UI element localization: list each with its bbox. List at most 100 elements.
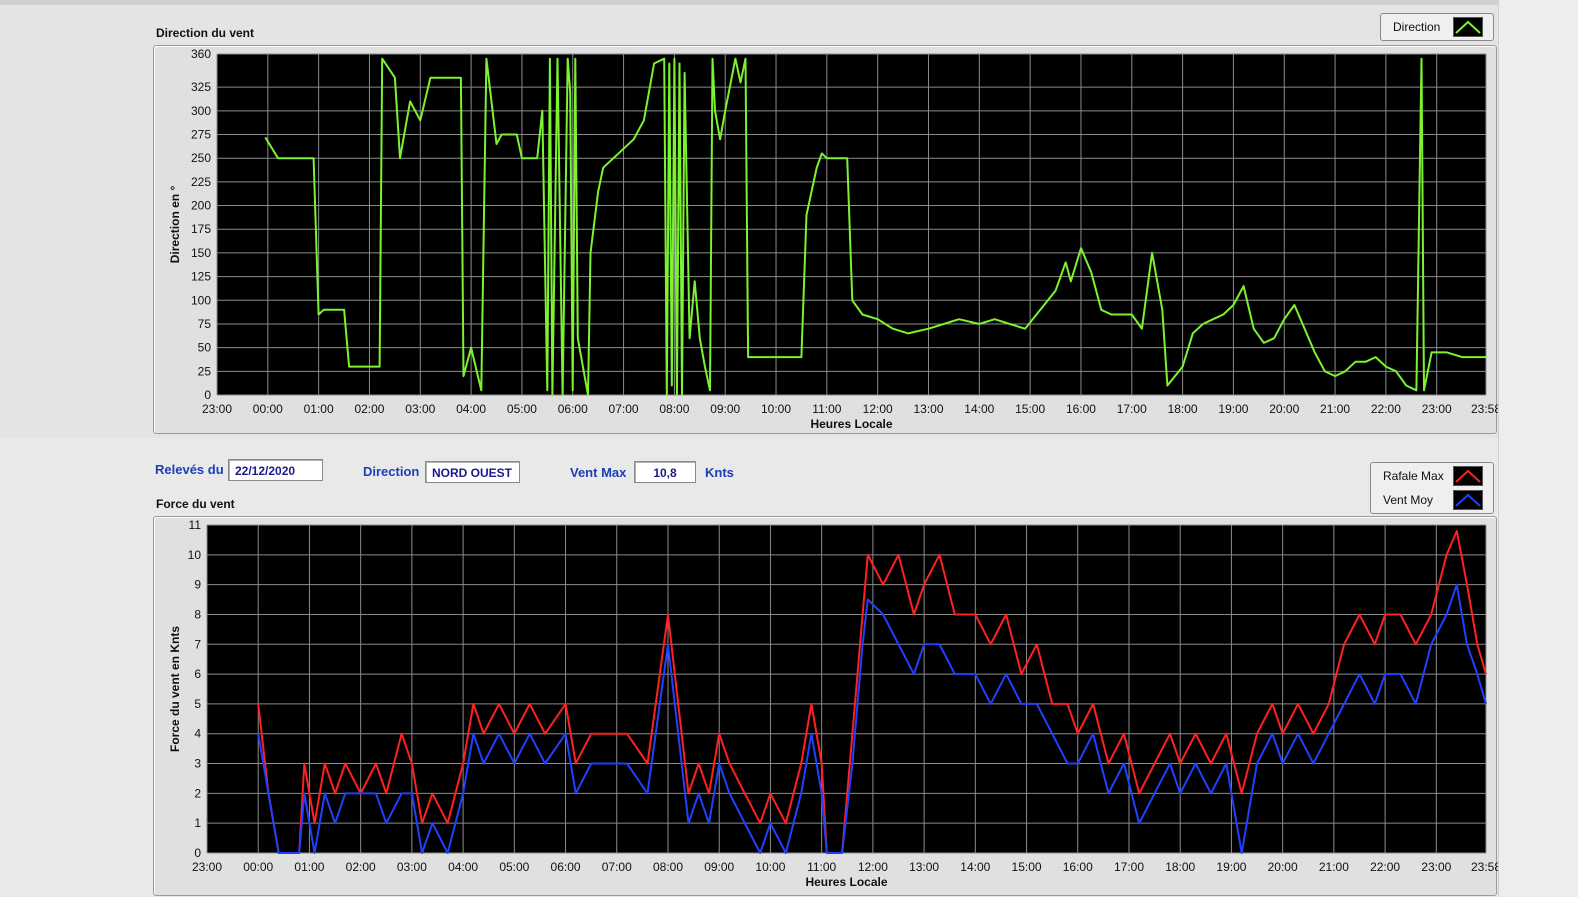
force-x-label: Heures Locale [805,875,887,889]
force-x-tick: 00:00 [243,860,273,874]
direction-x-tick: 09:00 [710,402,740,416]
force-x-tick: 16:00 [1063,860,1093,874]
direction-y-tick: 25 [198,364,212,378]
force-x-tick: 01:00 [294,860,324,874]
direction-y-tick: 125 [191,270,211,284]
force-y-tick: 10 [188,548,202,562]
direction-y-tick: 225 [191,175,211,189]
force-x-tick: 22:00 [1370,860,1400,874]
direction-x-tick: 05:00 [507,402,537,416]
force-x-tick: 23:00 [1421,860,1451,874]
direction-y-tick: 50 [198,341,212,355]
direction-y-tick: 250 [191,151,211,165]
force-x-tick: 06:00 [551,860,581,874]
direction-y-tick: 275 [191,128,211,142]
direction-x-tick: 10:00 [761,402,791,416]
direction-y-tick: 175 [191,222,211,236]
direction-y-tick: 200 [191,199,211,213]
direction-chart: 23:00 00:00 01:00 02:00 03:00 04:00 05:00 06:00… [168,47,1498,431]
direction-y-tick: 100 [191,293,211,307]
force-y-tick: 4 [194,727,201,741]
direction-x-tick: 11:00 [812,402,841,416]
direction-x-tick: 14:00 [964,402,994,416]
direction-x-tick: 16:00 [1066,402,1096,416]
force-x-tick: 17:00 [1114,860,1144,874]
right-strip [1498,0,1578,897]
force-x-tick: 02:00 [346,860,376,874]
direction-y-label: Direction en ° [168,186,182,264]
force-x-tick: 07:00 [602,860,632,874]
direction-y-tick: 360 [191,47,211,61]
direction-label: Direction [363,464,420,479]
direction-x-tick: 20:00 [1269,402,1299,416]
direction-x-tick: 23:58 [1471,402,1498,416]
force-x-tick: 04:00 [448,860,478,874]
direction-x-tick: 21:00 [1320,402,1350,416]
force-chart: 23:00 00:00 01:00 02:00 03:00 04:00 05:00 06:00… [168,518,1498,889]
force-y-tick: 11 [189,518,202,532]
direction-y-tick: 0 [204,388,211,402]
direction-x-tick: 04:00 [456,402,486,416]
force-section-label: Force du vent [156,497,235,511]
direction-x-tick: 13:00 [913,402,943,416]
force-y-tick: 9 [194,578,201,592]
vmax-label: Vent Max [570,465,627,480]
force-y-tick: 5 [194,697,201,711]
direction-x-tick: 06:00 [558,402,588,416]
force-y-tick: 3 [194,757,201,771]
direction-x-tick: 01:00 [304,402,334,416]
mean-legend-label: Vent Moy [1383,493,1434,507]
direction-field[interactable]: NORD OUEST [425,461,520,483]
force-y-tick: 6 [194,667,201,681]
direction-legend-label: Direction [1393,20,1441,34]
direction-legend: Direction [1380,13,1494,41]
direction-legend-swatch-icon [1453,17,1483,37]
direction-legend-item: Direction [1381,15,1493,39]
date-label: Relevés du [155,462,224,477]
direction-x-label: Heures Locale [810,417,892,431]
force-y-tick: 0 [194,846,201,860]
direction-y-tick: 300 [191,104,211,118]
direction-x-tick: 03:00 [405,402,435,416]
mean-legend-swatch-icon [1453,490,1483,510]
direction-x-tick: 08:00 [659,402,689,416]
force-x-tick: 12:00 [858,860,888,874]
direction-y-tick: 325 [191,80,211,94]
direction-x-tick: 12:00 [863,402,893,416]
force-legend: Rafale Max Vent Moy [1370,462,1494,514]
force-x-tick: 10:00 [755,860,785,874]
force-x-tick: 03:00 [397,860,427,874]
force-x-tick: 09:00 [704,860,734,874]
direction-x-tick: 15:00 [1015,402,1045,416]
direction-x-tick: 23:00 [1422,402,1452,416]
direction-y-tick: 150 [191,246,211,260]
gust-legend-label: Rafale Max [1383,469,1444,483]
force-y-tick: 8 [194,607,201,621]
direction-y-tick: 75 [198,317,212,331]
vmax-field[interactable]: 10,8 [634,461,696,483]
direction-x-tick: 07:00 [609,402,639,416]
force-x-tick: 18:00 [1165,860,1195,874]
force-y-tick: 2 [194,786,201,800]
direction-x-tick: 19:00 [1218,402,1248,416]
direction-x-tick: 23:00 [202,402,232,416]
force-legend-item-gust: Rafale Max [1371,464,1493,488]
force-legend-item-mean: Vent Moy [1371,488,1493,512]
force-x-tick: 23:58 [1471,860,1498,874]
force-x-tick: 23:00 [192,860,222,874]
vmax-unit: Knts [705,465,734,480]
force-x-tick: 08:00 [653,860,683,874]
force-y-tick: 7 [194,637,201,651]
date-field[interactable]: 22/12/2020 [228,459,323,481]
direction-x-tick: 17:00 [1117,402,1147,416]
direction-x-tick: 00:00 [253,402,283,416]
force-x-tick: 14:00 [960,860,990,874]
direction-section-label: Direction du vent [156,26,255,40]
force-x-tick: 20:00 [1268,860,1298,874]
direction-x-tick: 02:00 [354,402,384,416]
force-x-tick: 21:00 [1319,860,1349,874]
force-x-tick: 13:00 [909,860,939,874]
force-y-tick: 1 [194,816,201,830]
direction-plot-area [217,54,1486,395]
gust-legend-swatch-icon [1453,466,1483,486]
